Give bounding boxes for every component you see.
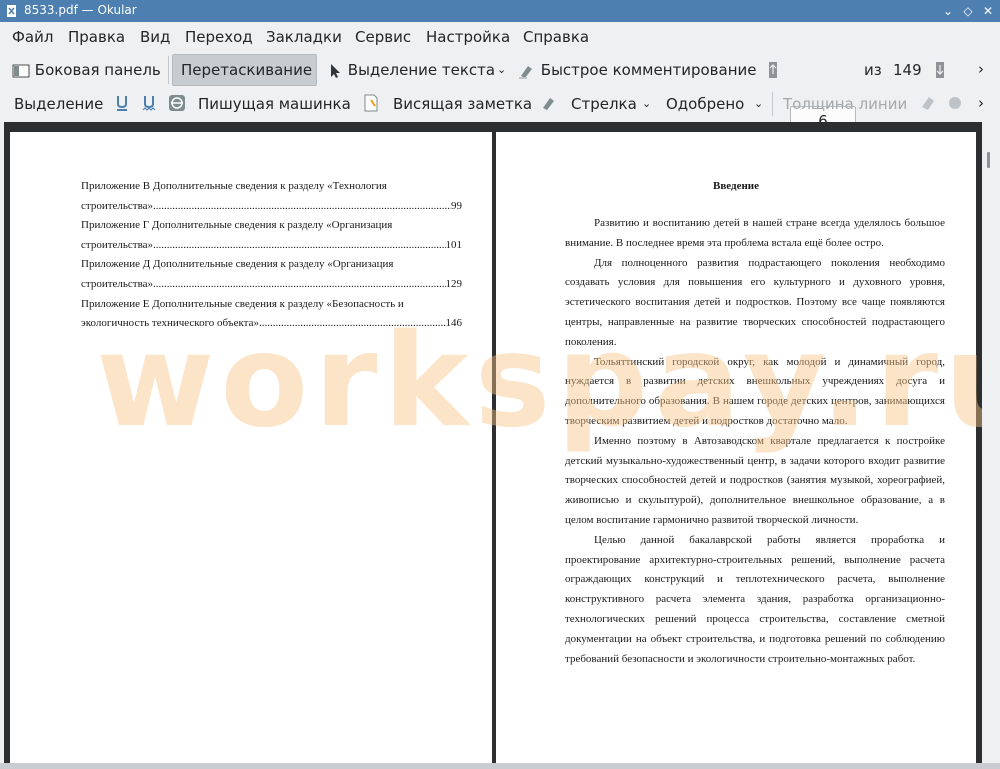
previous-page-icon[interactable] <box>768 61 778 79</box>
toolbar-separator <box>168 56 169 84</box>
note-icon[interactable] <box>363 94 379 112</box>
toc-entry-title: Приложение Д Дополнительные сведения к р… <box>81 258 394 271</box>
body-text: Развитию и воспитанию детей в нашей стра… <box>565 214 945 669</box>
toc-entry-page: 129 <box>445 277 463 290</box>
page-total-label: 149 <box>893 61 922 79</box>
next-page-icon[interactable] <box>935 61 945 79</box>
toc-entry-page: 146 <box>445 317 463 330</box>
pdf-page-left: Приложение В Дополнительные сведения к р… <box>10 132 492 769</box>
paragraph: Тольяттинский городской округ, как молод… <box>565 355 945 427</box>
chevron-down-icon[interactable]: ⌄ <box>754 94 763 114</box>
menu-settings[interactable]: Настройка <box>426 27 510 47</box>
toc-leader-dots <box>153 236 445 256</box>
toc-entry-page: 101 <box>445 238 463 251</box>
line-width-label: Толщина линии <box>783 95 908 113</box>
sidebar-icon <box>12 64 30 77</box>
underline-icon[interactable] <box>115 95 129 111</box>
table-of-contents: Приложение В Дополнительные сведения к р… <box>81 177 462 334</box>
paragraph: Развитию и воспитанию детей в нашей стра… <box>565 217 945 249</box>
squiggle-icon[interactable] <box>142 95 156 111</box>
toc-entry-title: Приложение В Дополнительные сведения к р… <box>81 180 387 192</box>
main-toolbar: Боковая панель Перетаскивание Выделение … <box>0 52 1000 136</box>
toc-entry[interactable]: Приложение В Дополнительные сведения к р… <box>81 177 462 216</box>
strikeout-icon[interactable] <box>168 94 186 112</box>
toc-entry[interactable]: Приложение Г Дополнительные сведения к р… <box>81 216 462 255</box>
minimize-button[interactable]: ⌄ <box>940 3 956 19</box>
cursor-arrow-icon <box>331 63 340 78</box>
opacity-icon <box>949 97 961 109</box>
toc-entry-title: Приложение Г Дополнительные сведения к р… <box>81 219 393 232</box>
menu-tools[interactable]: Сервис <box>355 27 411 47</box>
highlighter-icon <box>519 65 532 79</box>
close-button[interactable]: ✕ <box>980 3 996 19</box>
toc-entry-title: Приложение Е Дополнительные сведения к р… <box>81 297 404 310</box>
menu-view[interactable]: Вид <box>140 27 170 47</box>
toc-entry[interactable]: Приложение Е Дополнительные сведения к р… <box>81 295 462 334</box>
toc-leader-dots <box>259 314 446 334</box>
highlight-tool-label[interactable]: Выделение <box>14 94 103 114</box>
quick-annotation-button[interactable]: Быстрое комментирование <box>518 60 757 80</box>
toc-entry-title-cont: строительства» <box>81 199 154 212</box>
section-heading: Введение <box>712 180 760 192</box>
paragraph: Именно поэтому в Автозаводском квартале … <box>565 434 945 526</box>
text-select-label: Выделение текста <box>347 61 496 79</box>
toolbar-overflow-icon[interactable]: › <box>978 59 984 79</box>
okular-app-icon <box>7 5 16 17</box>
chevron-down-icon[interactable]: ⌄ <box>642 94 651 114</box>
scrollbar-thumb[interactable] <box>987 152 990 168</box>
menu-help[interactable]: Справка <box>523 27 589 47</box>
menu-file[interactable]: Файл <box>12 27 53 47</box>
paragraph: Для полноценного развития подрастающего … <box>565 256 945 348</box>
toolbar-separator <box>772 92 773 116</box>
toc-leader-dots <box>153 197 451 217</box>
toc-entry-page: 99 <box>451 199 462 212</box>
toc-entry[interactable]: Приложение Д Дополнительные сведения к р… <box>81 255 462 294</box>
document-viewport[interactable]: Приложение В Дополнительные сведения к р… <box>4 122 982 769</box>
quick-annotation-label: Быстрое комментирование <box>540 61 757 79</box>
toc-leader-dots <box>153 275 445 295</box>
annotation-toolbar: Выделение Пишущая машинка Висящая заметк… <box>0 88 1000 120</box>
bottom-border <box>0 763 1000 769</box>
color-icon <box>922 97 934 110</box>
typewriter-tool-label[interactable]: Пишущая машинка <box>198 94 351 114</box>
browse-tool-label: Перетаскивание <box>181 61 313 79</box>
browse-tool-button[interactable]: Перетаскивание <box>172 54 317 86</box>
toc-entry-title-cont: экологичность технического объекта» <box>81 317 259 330</box>
menu-go[interactable]: Переход <box>185 27 253 47</box>
sidebar-toggle-label: Боковая панель <box>34 61 161 79</box>
window-title: 8533.pdf — Okular <box>24 3 137 17</box>
arrow-tool-label[interactable]: Стрелка <box>571 94 637 114</box>
paragraph: Целью данной бакалаврской работы являетс… <box>565 533 945 665</box>
text-select-button[interactable]: Выделение текста <box>327 60 495 80</box>
menu-bar: Файл Правка Вид Переход Закладки Сервис … <box>0 22 1000 52</box>
annotation-overflow-icon[interactable]: › <box>978 93 984 113</box>
toc-entry-title-cont: строительства» <box>81 277 154 290</box>
maximize-button[interactable]: ◇ <box>960 3 976 19</box>
vertical-scrollbar[interactable] <box>982 122 1000 769</box>
title-bar: 8533.pdf — Okular ⌄ ◇ ✕ <box>0 0 1000 22</box>
chevron-down-icon[interactable]: ⌄ <box>497 60 506 80</box>
stamp-tool-label[interactable]: Одобрено <box>666 94 744 114</box>
pen-icon[interactable] <box>540 95 558 111</box>
popup-note-tool-label[interactable]: Висящая заметка <box>393 94 532 114</box>
menu-bookmarks[interactable]: Закладки <box>266 27 342 47</box>
menu-edit[interactable]: Правка <box>68 27 125 47</box>
sidebar-toggle-button[interactable]: Боковая панель <box>12 60 161 80</box>
page-of-label: из <box>864 61 882 79</box>
pdf-page-right: Введение Развитию и воспитанию детей в н… <box>496 132 976 769</box>
toc-entry-title-cont: строительства» <box>81 238 154 251</box>
